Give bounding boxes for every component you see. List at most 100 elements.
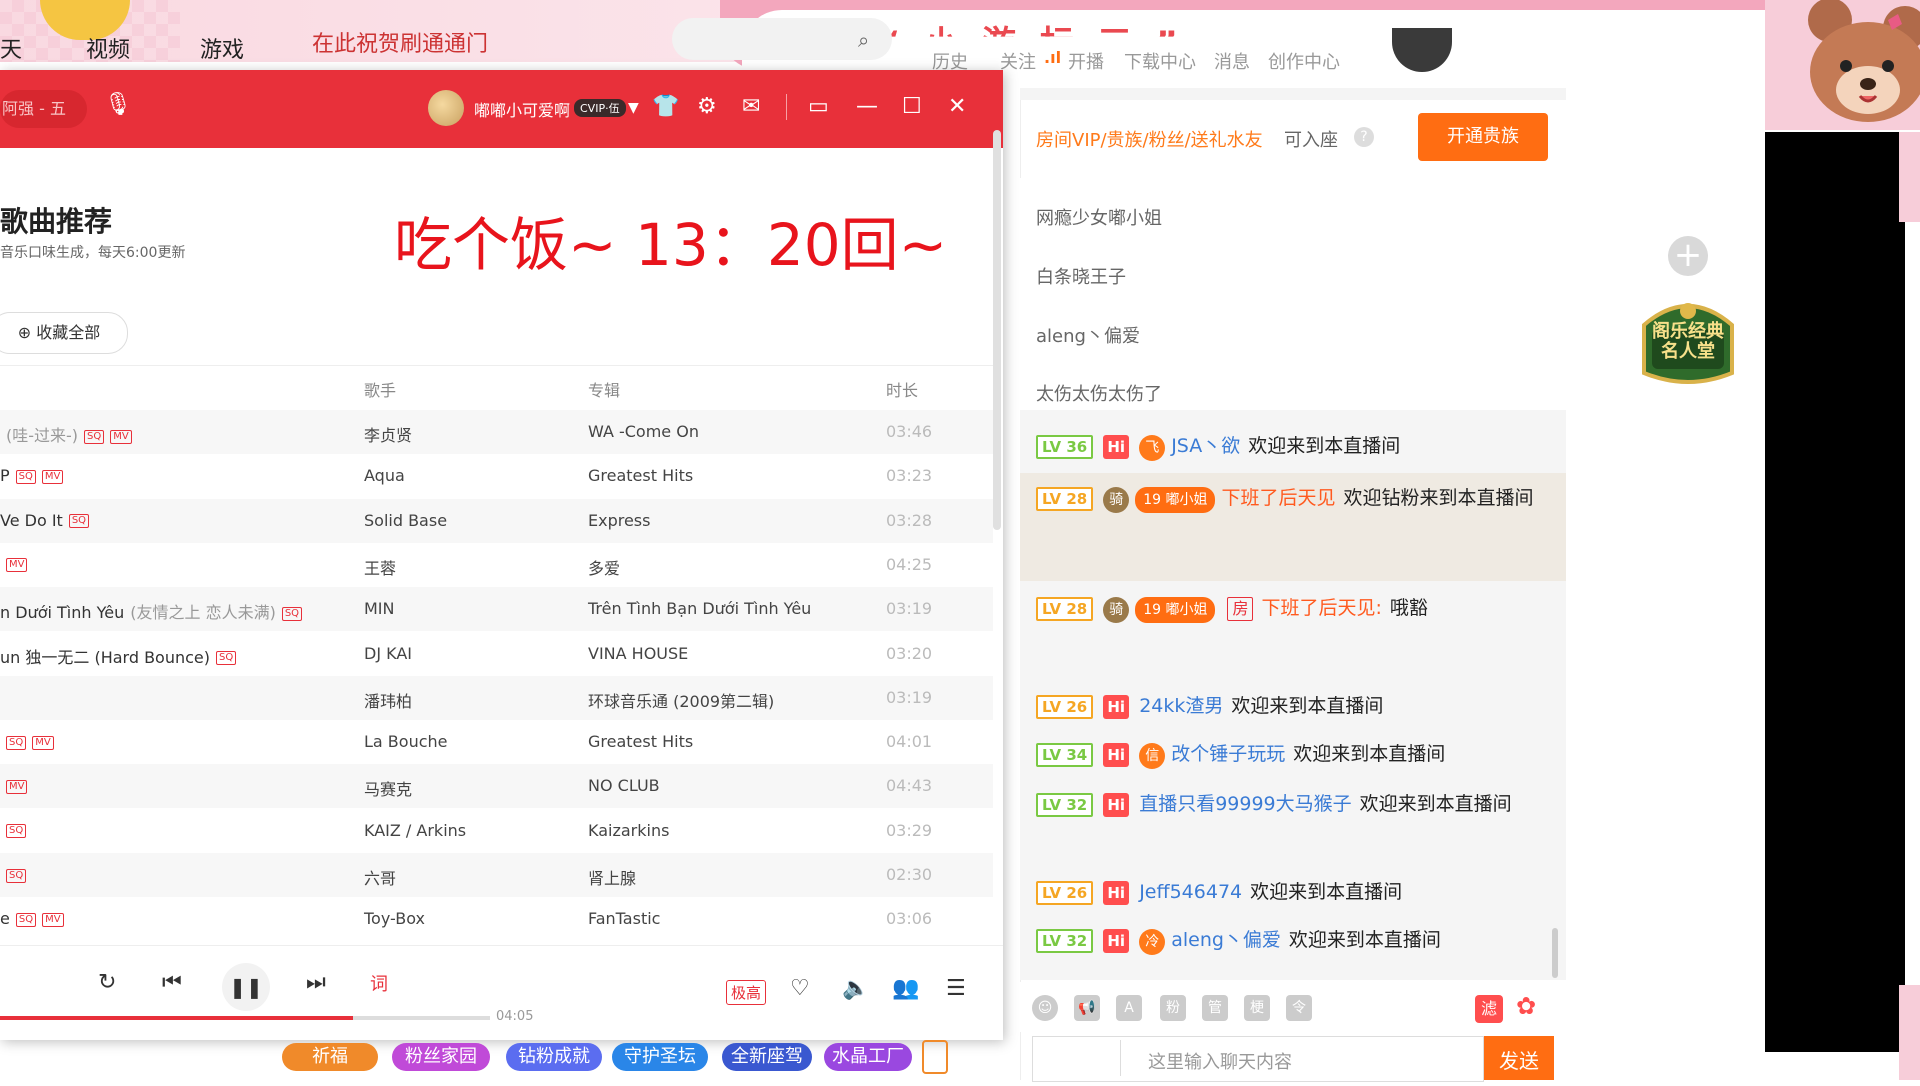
chat-scrollbar[interactable] — [1552, 928, 1558, 978]
effect-icon[interactable]: ♡ — [790, 976, 810, 1001]
chat-username[interactable]: 直播只看99999大马猴子 — [1139, 793, 1351, 815]
song-row[interactable]: e SQ MV Toy-Box FanTastic 03:06 — [0, 897, 993, 941]
previous-icon[interactable]: ⏮ — [162, 970, 182, 995]
bottom-feature-button[interactable]: 水晶工厂 — [824, 1043, 912, 1071]
filter-button[interactable]: 滤 — [1475, 995, 1503, 1023]
fan-club-badge[interactable]: 19 嘟小姐 — [1135, 597, 1216, 623]
song-album[interactable]: FanTastic — [588, 909, 660, 928]
song-title[interactable]: SQ — [0, 865, 27, 884]
shirt-icon[interactable]: 👕 — [652, 94, 679, 119]
song-album[interactable]: WA -Come On — [588, 422, 699, 441]
mv-tag[interactable]: MV — [110, 429, 132, 444]
song-title[interactable]: SQ MV — [0, 732, 54, 751]
mv-tag[interactable]: MV — [6, 779, 28, 794]
pause-button[interactable]: ❚❚ — [222, 963, 270, 1011]
mv-tag[interactable]: MV — [41, 469, 64, 484]
song-row[interactable]: SQ 六哥 肾上腺 02:30 — [0, 853, 993, 897]
seat-item[interactable]: aleng丶偏爱 — [1036, 322, 1140, 348]
song-row[interactable]: un 独一无二 (Hard Bounce) SQ DJ KAI VINA HOUSE 0… — [0, 632, 993, 676]
song-row[interactable]: Ve Do It SQ Solid Base Express 03:28 — [0, 498, 993, 543]
song-singer[interactable]: KAIZ / Arkins — [364, 821, 466, 840]
song-singer[interactable]: Toy-Box — [364, 909, 425, 928]
site-nav-video[interactable]: 视频 — [86, 32, 130, 64]
nav-messages[interactable]: 消息 — [1214, 48, 1250, 74]
song-singer[interactable]: 李贞贤 — [364, 422, 412, 446]
song-row[interactable]: MV 马赛克 NO CLUB 04:43 — [0, 764, 993, 809]
quality-button[interactable]: 极高 — [726, 980, 767, 1005]
mv-tag[interactable]: MV — [32, 735, 54, 750]
song-album[interactable]: NO CLUB — [588, 776, 660, 795]
column-header-album[interactable]: 专辑 — [588, 377, 620, 401]
bottom-feature-button[interactable]: 钻粉成就 — [506, 1043, 602, 1071]
song-album[interactable]: Greatest Hits — [588, 466, 693, 485]
song-singer[interactable]: 王蓉 — [364, 555, 396, 579]
song-album[interactable]: VINA HOUSE — [588, 644, 688, 663]
maximize-icon[interactable]: ☐ — [902, 94, 922, 119]
column-header-duration[interactable]: 时长 — [886, 377, 918, 401]
fans-tool-button[interactable]: 粉 — [1160, 995, 1186, 1021]
song-row[interactable]: n Dưới Tình Yêu (友情之上 恋人未满) SQ MIN Trên Tình… — [0, 587, 993, 632]
manage-tool-button[interactable]: 管 — [1202, 995, 1228, 1021]
add-button[interactable]: + — [1668, 236, 1708, 276]
help-icon[interactable]: ? — [1354, 127, 1374, 147]
song-album[interactable]: 环球音乐通 (2009第二辑) — [588, 688, 774, 712]
command-tool-button[interactable]: 令 — [1286, 995, 1312, 1021]
song-title[interactable]: Ve Do It SQ — [0, 511, 90, 530]
close-icon[interactable]: ✕ — [948, 94, 966, 119]
chat-username[interactable]: 改个锤子玩玩 — [1171, 743, 1285, 765]
song-title[interactable]: n Dưới Tình Yêu (友情之上 恋人未满) SQ — [0, 599, 303, 623]
column-header-singer[interactable]: 歌手 — [364, 377, 396, 401]
nav-download[interactable]: 下载中心 — [1124, 48, 1196, 74]
chevron-down-icon[interactable]: ▼ — [628, 100, 639, 116]
song-album[interactable]: Kaizarkins — [588, 821, 669, 840]
song-row[interactable]: MV 王蓉 多爱 04:25 — [0, 543, 993, 587]
music-user-avatar[interactable] — [428, 90, 464, 126]
song-album[interactable]: Trên Tình Bạn Dưới Tình Yêu — [588, 599, 811, 618]
song-singer[interactable]: 潘玮柏 — [364, 688, 412, 712]
volume-icon[interactable]: 🔈 — [842, 976, 869, 1001]
song-singer[interactable]: 六哥 — [364, 865, 396, 889]
music-username[interactable]: 嘟嘟小可爱啊 — [474, 97, 570, 121]
song-title[interactable]: (哇-过来-) SQ MV — [0, 422, 132, 446]
song-album[interactable]: 多爱 — [588, 555, 620, 579]
song-singer[interactable]: Aqua — [364, 466, 405, 485]
bottom-feature-button[interactable]: 粉丝家园 — [392, 1043, 490, 1071]
song-title[interactable]: P SQ MV — [0, 466, 64, 485]
site-nav-item[interactable]: 天 — [0, 32, 22, 64]
mv-tag[interactable]: MV — [6, 558, 28, 573]
input-prefix-icon[interactable] — [1044, 1040, 1121, 1076]
search-icon[interactable]: ⌕ — [858, 28, 869, 52]
emoji-icon[interactable]: ☺ — [1032, 995, 1058, 1021]
music-search-input[interactable]: 阿强 - 五 — [0, 90, 87, 128]
listen-together-icon[interactable]: 👥 — [892, 976, 919, 1001]
seat-item[interactable]: 白条晓王子 — [1036, 263, 1126, 289]
gift-effect-icon[interactable]: ✿ — [1516, 992, 1536, 1020]
song-title[interactable]: MV — [0, 555, 28, 574]
song-album[interactable]: 肾上腺 — [588, 865, 636, 889]
song-row[interactable]: SQ MV La Bouche Greatest Hits 04:01 — [0, 720, 993, 764]
chat-username[interactable]: JSA丶欲 — [1171, 435, 1240, 457]
chat-username[interactable]: 下班了后天见 — [1221, 487, 1335, 509]
song-singer[interactable]: La Bouche — [364, 732, 448, 751]
seat-item[interactable]: 网瘾少女嘟小姐 — [1036, 204, 1162, 230]
vip-badge[interactable]: CVIP·伍 — [574, 99, 626, 117]
mail-icon[interactable]: ✉ — [742, 94, 760, 119]
playlist-icon[interactable]: ☰ — [946, 976, 966, 1001]
mini-mode-icon[interactable]: ▭ — [808, 94, 829, 119]
chat-username[interactable]: 下班了后天见: — [1261, 597, 1381, 619]
mv-tag[interactable]: MV — [42, 912, 64, 927]
gear-icon[interactable]: ⚙ — [697, 94, 717, 119]
song-row[interactable]: (哇-过来-) SQ MV 李贞贤 WA -Come On 03:46 — [0, 410, 993, 454]
song-singer[interactable]: DJ KAI — [364, 644, 412, 663]
voice-search-icon[interactable]: 🎙 — [104, 92, 136, 124]
bottom-feature-button[interactable]: 守护圣坛 — [612, 1043, 708, 1071]
minimize-icon[interactable]: — — [856, 94, 878, 119]
fan-club-badge[interactable]: 19 嘟小姐 — [1135, 487, 1216, 513]
meme-tool-button[interactable]: 梗 — [1244, 995, 1270, 1021]
song-row[interactable]: P SQ MV Aqua Greatest Hits 03:23 — [0, 454, 993, 498]
gift-icon[interactable] — [922, 1040, 948, 1074]
badge-icon[interactable]: A — [1116, 995, 1142, 1021]
song-album[interactable]: Express — [588, 511, 650, 530]
horn-icon[interactable]: 📢 — [1074, 995, 1100, 1021]
site-nav-promo[interactable]: 在此祝贺刷通通门 — [312, 26, 488, 58]
